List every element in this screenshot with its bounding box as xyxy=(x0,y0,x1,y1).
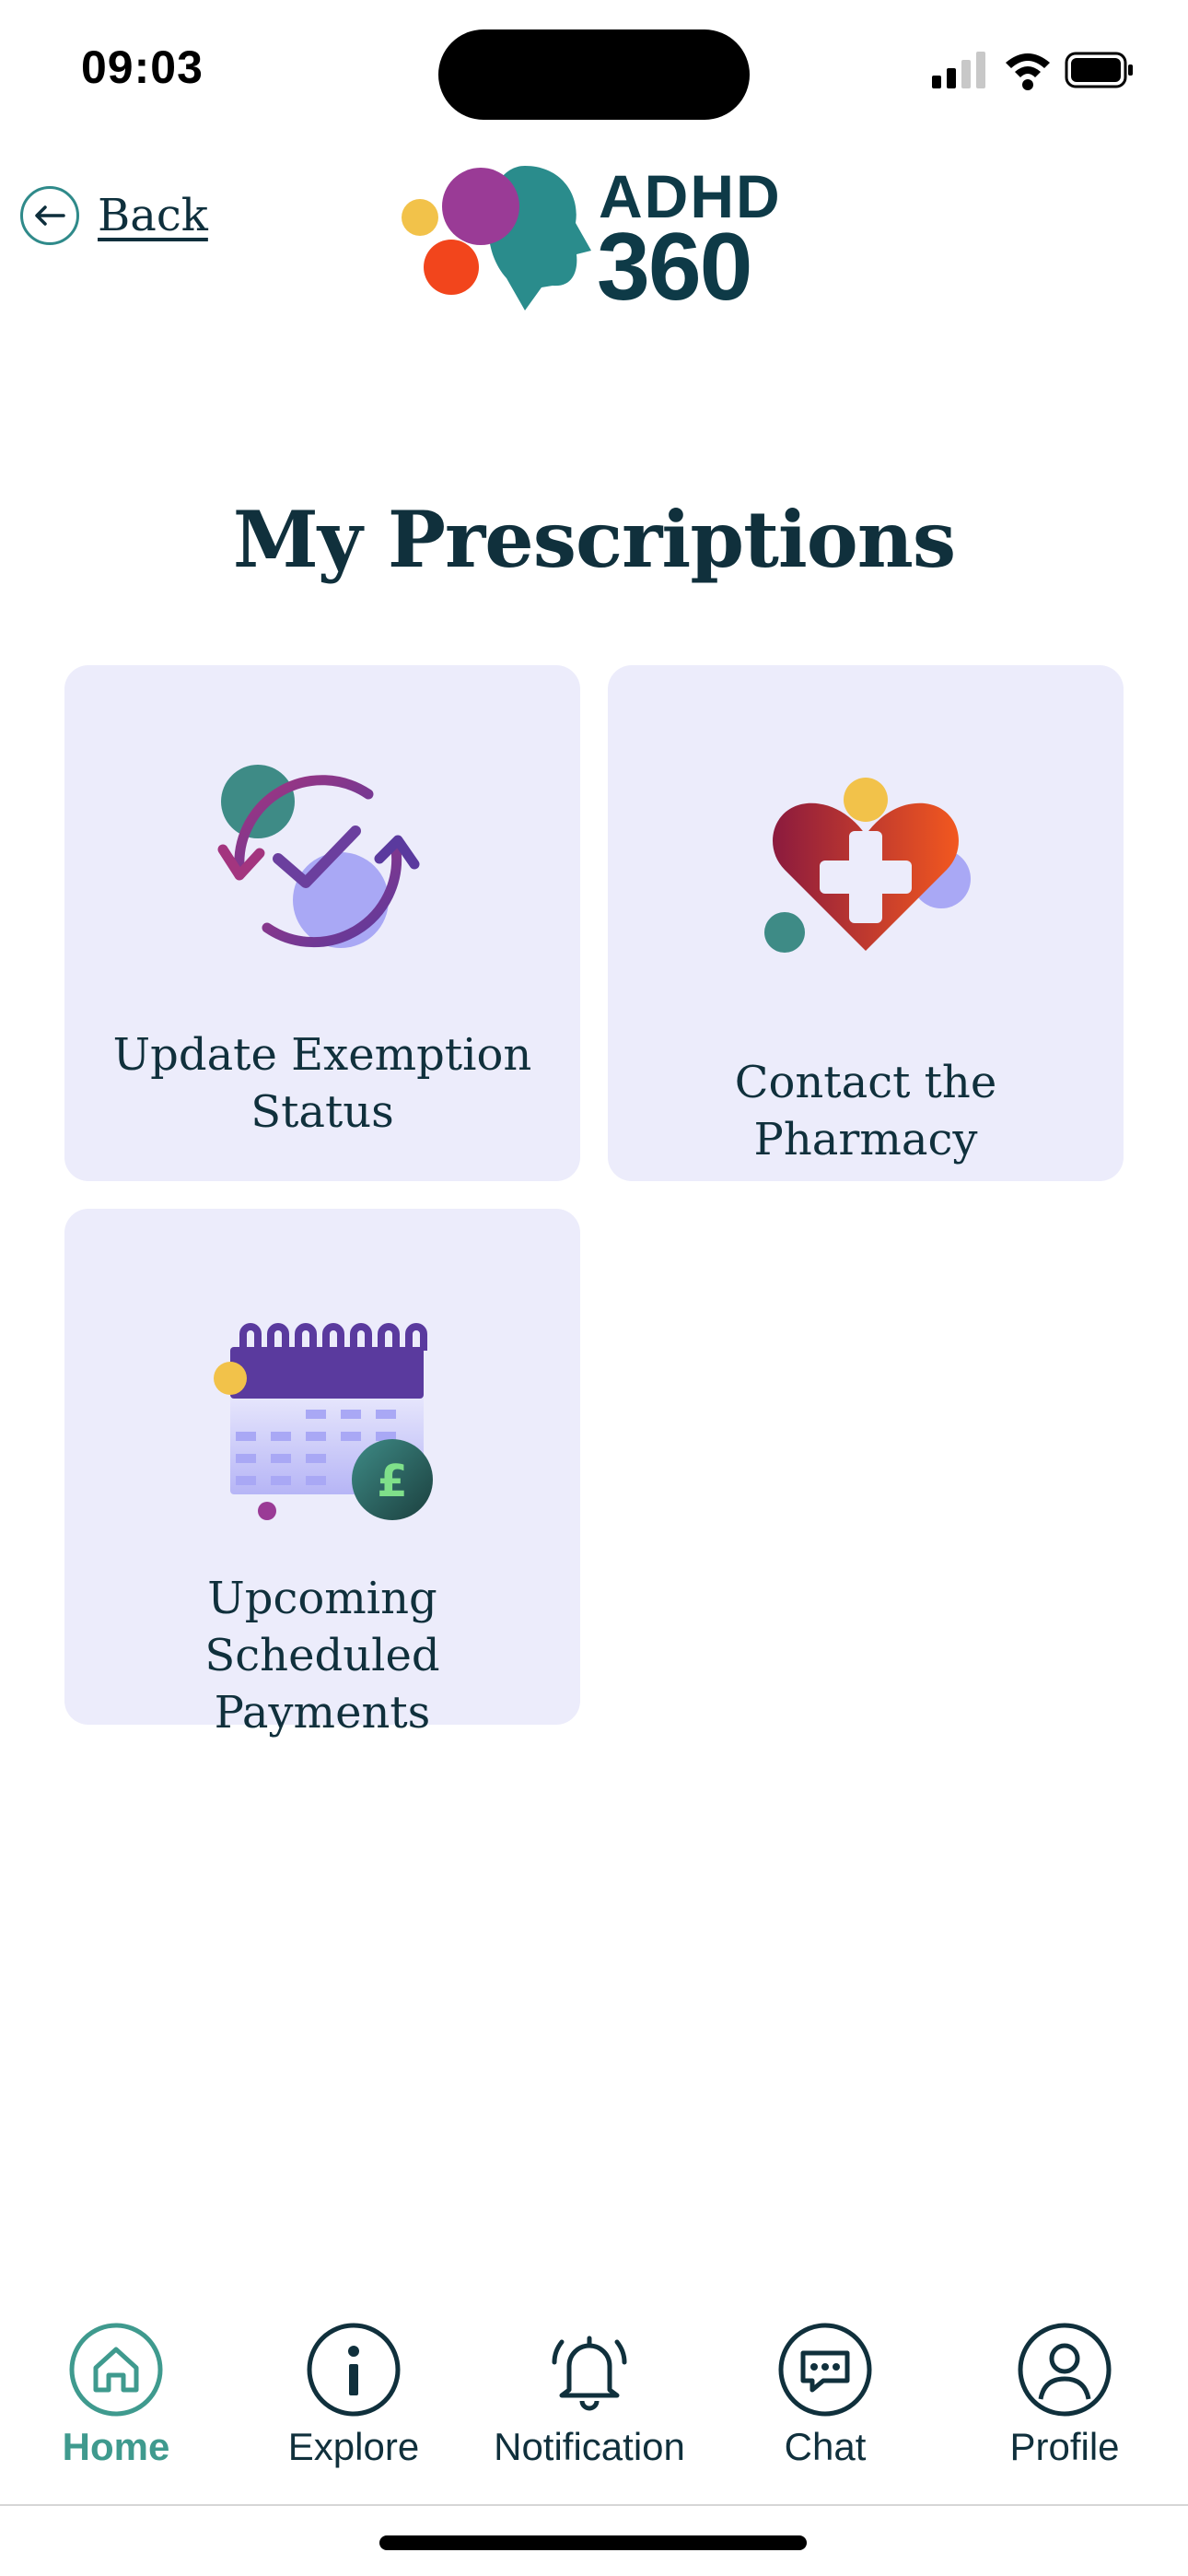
head-logo-icon xyxy=(402,166,591,310)
tile-label: Update Exemption Status xyxy=(112,1029,532,1138)
cellular-signal-icon xyxy=(932,52,985,88)
nav-item-profile[interactable]: Profile xyxy=(963,2322,1166,2469)
nav-item-home[interactable]: Home xyxy=(15,2322,217,2469)
nav-item-chat[interactable]: Chat xyxy=(724,2322,926,2469)
tile-update-exemption-status[interactable]: Update Exemption Status xyxy=(64,665,580,1181)
nav-label-notification: Notification xyxy=(494,2425,685,2468)
app-logo: ADHD 360 xyxy=(396,158,792,315)
home-indicator xyxy=(379,2535,807,2550)
home-icon xyxy=(68,2322,164,2418)
status-icons xyxy=(932,52,1133,90)
nav-item-explore[interactable]: Explore xyxy=(252,2322,455,2469)
status-bar: 09:03 xyxy=(0,0,1188,138)
wifi-icon xyxy=(1006,53,1050,90)
nav-label-profile: Profile xyxy=(1009,2425,1120,2468)
exemption-refresh-check-icon xyxy=(217,765,420,948)
bell-icon xyxy=(542,2322,637,2418)
svg-text:£: £ xyxy=(377,1456,407,1507)
back-label: Back xyxy=(98,190,208,241)
battery-icon xyxy=(1065,52,1133,88)
nav-label-explore: Explore xyxy=(287,2425,420,2468)
nav-label-home: Home xyxy=(62,2425,170,2468)
chat-icon xyxy=(777,2322,873,2418)
logo-text-360: 360 xyxy=(597,214,753,321)
dynamic-island xyxy=(438,29,750,120)
nav-label-chat: Chat xyxy=(784,2425,867,2468)
nav-item-notification[interactable]: Notification xyxy=(488,2322,691,2469)
back-arrow-icon xyxy=(20,186,79,245)
bottom-navigation: Home Explore Notification Chat Profile xyxy=(0,2322,1188,2506)
user-icon xyxy=(1017,2322,1112,2418)
tile-upcoming-scheduled-payments[interactable]: £ Upcoming Scheduled Payments xyxy=(64,1209,580,1739)
pharmacy-heart-icon xyxy=(764,778,971,953)
back-button[interactable]: Back xyxy=(20,182,208,249)
page-title: My Prescriptions xyxy=(232,494,956,586)
calendar-payment-icon: £ xyxy=(214,1323,433,1520)
tile-label: Upcoming Scheduled Payments xyxy=(204,1573,440,1739)
info-icon xyxy=(306,2322,402,2418)
tile-label: Contact the Pharmacy xyxy=(734,1057,997,1165)
nav-divider xyxy=(0,2504,1188,2506)
status-time: 09:03 xyxy=(81,41,204,93)
tile-contact-the-pharmacy[interactable]: Contact the Pharmacy xyxy=(608,665,1124,1181)
